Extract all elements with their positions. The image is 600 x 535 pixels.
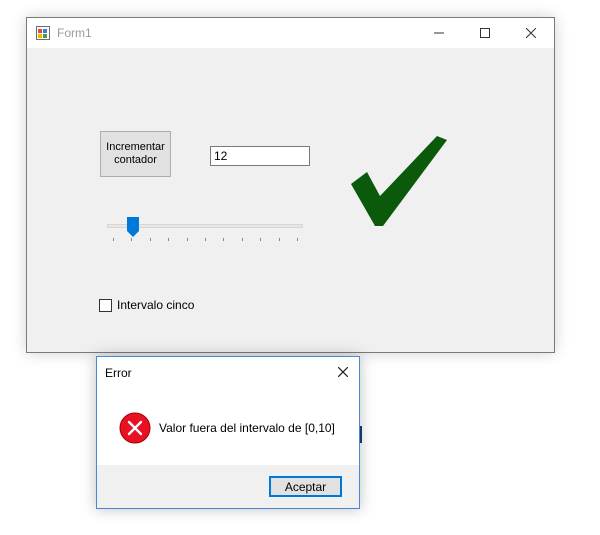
increment-counter-button[interactable]: Incrementar contador xyxy=(100,131,171,177)
maximize-button[interactable] xyxy=(462,18,508,48)
counter-slider[interactable] xyxy=(107,216,303,244)
dialog-close-button[interactable] xyxy=(327,357,359,387)
dialog-title: Error xyxy=(105,366,132,380)
slider-tick xyxy=(297,238,298,241)
close-icon xyxy=(526,28,536,38)
error-dialog: Error Valor fuera del intervalo de [0,10… xyxy=(96,356,360,509)
window-title: Form1 xyxy=(57,26,92,40)
app-icon xyxy=(36,26,50,40)
checkmark-icon xyxy=(351,136,447,226)
slider-thumb[interactable] xyxy=(127,217,140,237)
minimize-icon xyxy=(434,32,444,34)
slider-tick xyxy=(223,238,225,241)
slider-tick xyxy=(113,238,114,241)
counter-field[interactable] xyxy=(210,146,310,166)
minimize-button[interactable] xyxy=(416,18,462,48)
close-icon xyxy=(338,367,348,377)
slider-tick xyxy=(205,238,206,241)
slider-tick xyxy=(149,238,151,241)
slider-tick xyxy=(131,238,133,241)
slider-tick xyxy=(168,238,170,241)
dialog-message: Valor fuera del intervalo de [0,10] xyxy=(159,421,335,435)
main-window: Form1 Incrementar contador Intervalo cin… xyxy=(26,17,555,353)
slider-tick xyxy=(278,238,280,241)
dialog-footer: Aceptar xyxy=(97,465,359,508)
checkbox-box[interactable] xyxy=(99,298,112,312)
interval-five-checkbox[interactable]: Intervalo cinco xyxy=(99,298,194,312)
close-button[interactable] xyxy=(508,18,554,48)
error-icon xyxy=(119,412,151,444)
background-divider-stub xyxy=(360,426,362,443)
slider-tick xyxy=(241,238,243,241)
title-bar[interactable]: Form1 xyxy=(27,18,554,48)
accept-button[interactable]: Aceptar xyxy=(269,476,342,497)
slider-tick xyxy=(260,238,262,241)
checkbox-label: Intervalo cinco xyxy=(117,298,195,312)
slider-tick xyxy=(186,238,188,241)
maximize-icon xyxy=(480,28,490,38)
